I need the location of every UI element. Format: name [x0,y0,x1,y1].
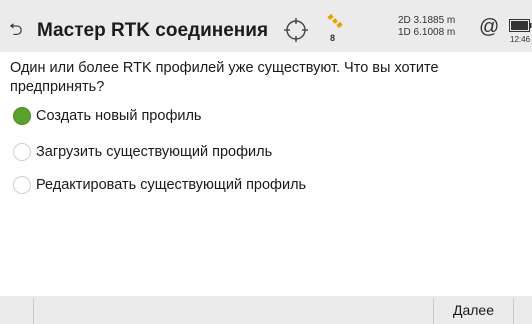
crosshair-icon[interactable] [283,17,309,43]
clock: 12:46 [510,35,531,44]
satellite-count: 8 [330,33,336,43]
option-label: Загрузить существующий профиль [36,144,273,160]
option-label: Редактировать существующий профиль [36,177,307,193]
option-label: Создать новый профиль [36,108,202,124]
next-button[interactable]: Далее [434,296,513,324]
battery-icon[interactable] [509,19,532,32]
page-title: Мастер RTK соединения [37,20,269,41]
radio-selected-icon[interactable] [13,107,31,125]
option-load-existing-profile[interactable]: Загрузить существующий профиль [13,140,433,164]
at-icon[interactable]: @ [479,17,499,37]
toolbar-divider [33,298,34,324]
title-bar: ⮌ Мастер RTK соединения 8 2D 3.1885 m 1D… [0,0,532,52]
radio-unselected-icon[interactable] [13,143,31,161]
option-edit-existing-profile[interactable]: Редактировать существующий профиль [13,173,433,197]
back-icon[interactable]: ⮌ [9,21,23,38]
satellite-icon[interactable] [327,13,343,29]
precision-readout[interactable]: 2D 3.1885 m 1D 6.1008 m [398,15,455,39]
radio-unselected-icon[interactable] [13,176,31,194]
question-text: Один или более RTK профилей уже существу… [10,60,439,95]
precision-1d: 1D 6.1008 m [398,27,456,38]
toolbar-divider [513,298,514,324]
precision-2d: 2D 3.1885 m [398,15,456,26]
bottom-toolbar: Далее [0,296,532,324]
option-create-new-profile[interactable]: Создать новый профиль [13,104,433,128]
